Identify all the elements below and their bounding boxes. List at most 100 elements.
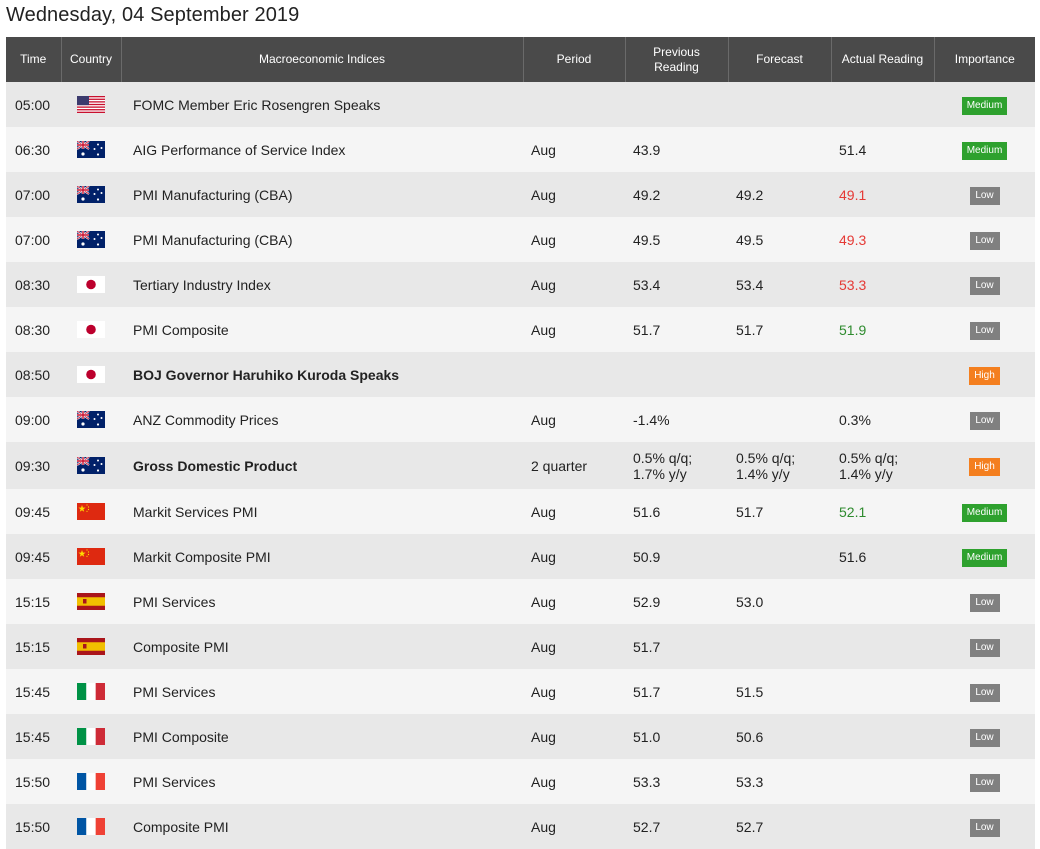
jp-flag-icon	[77, 276, 105, 294]
table-row[interactable]: 06:30 AIG Performance of Service Index Aug…	[6, 127, 1035, 172]
au-flag-icon	[77, 141, 105, 159]
cn-flag-icon	[77, 503, 105, 521]
forecast-cell	[728, 127, 831, 172]
previous-reading-cell: 0.5% q/q; 1.7% y/y	[625, 442, 728, 489]
previous-reading-cell: 53.3	[625, 759, 728, 804]
forecast-cell-value: 50.6	[736, 728, 764, 745]
previous-reading-cell	[625, 352, 728, 397]
index-name-cell[interactable]: Markit Services PMI	[121, 489, 523, 534]
forecast-cell	[728, 82, 831, 127]
index-name-cell[interactable]: Tertiary Industry Index	[121, 262, 523, 307]
table-row[interactable]: 15:50 PMI Services Aug 53.3 53.3 Low	[6, 759, 1035, 804]
table-row[interactable]: 09:30 Gross Domestic Product 2 quarter 0.5%…	[6, 442, 1035, 489]
importance-cell: Low	[934, 714, 1035, 759]
table-row[interactable]: 09:45 Markit Services PMI Aug 51.6 51.7 52.1 M…	[6, 489, 1035, 534]
index-name-cell[interactable]: PMI Services	[121, 759, 523, 804]
country-cell	[61, 804, 121, 849]
header-time[interactable]: Time	[6, 37, 62, 82]
header-country[interactable]: Country	[61, 37, 122, 82]
time-cell: 07:00	[15, 231, 51, 248]
actual-reading-cell	[831, 624, 934, 669]
index-name-cell[interactable]: Composite PMI	[121, 804, 523, 849]
period-cell: Aug	[531, 818, 556, 835]
table-row[interactable]: 15:50 Composite PMI Aug 52.7 52.7 Low	[6, 804, 1035, 849]
index-name-cell[interactable]: BOJ Governor Haruhiko Kuroda Speaks	[121, 352, 523, 397]
importance-cell: Low	[934, 579, 1035, 624]
time-cell: 05:00	[15, 96, 51, 113]
forecast-cell-value: 51.7	[736, 321, 764, 338]
index-name-cell[interactable]: Composite PMI	[121, 624, 523, 669]
previous-reading-cell-value: 52.9	[633, 593, 661, 610]
table-row[interactable]: 08:30 Tertiary Industry Index Aug 53.4 53.4 5…	[6, 262, 1035, 307]
it-flag-icon	[77, 728, 105, 746]
previous-reading-cell: 49.2	[625, 172, 728, 217]
previous-reading-cell-value: 53.4	[633, 276, 661, 293]
period-cell	[523, 82, 625, 127]
table-row[interactable]: 15:15 Composite PMI Aug 51.7 Low	[6, 624, 1035, 669]
index-name-cell[interactable]: ANZ Commodity Prices	[121, 397, 523, 442]
time-cell: 09:45	[15, 503, 51, 520]
it-flag-icon	[77, 683, 105, 701]
previous-reading-cell-value: -1.4%	[633, 411, 670, 428]
previous-reading-cell: 51.7	[625, 624, 728, 669]
country-cell	[61, 217, 121, 262]
index-name-cell[interactable]: Gross Domestic Product	[121, 442, 523, 489]
period-cell: Aug	[531, 276, 556, 293]
actual-reading-cell-value: 49.3	[839, 231, 867, 248]
table-row[interactable]: 15:45 PMI Services Aug 51.7 51.5 Low	[6, 669, 1035, 714]
us-flag-icon	[77, 96, 105, 114]
index-name-cell[interactable]: PMI Composite	[121, 307, 523, 352]
page-title: Wednesday, 04 September 2019	[6, 4, 300, 26]
table-row[interactable]: 09:45 Markit Composite PMI Aug 50.9 51.6 Medi…	[6, 534, 1035, 579]
importance-badge: Medium	[961, 141, 1008, 160]
importance-cell: Low	[934, 217, 1035, 262]
header-previous-reading[interactable]: Previous Reading	[625, 37, 729, 82]
previous-reading-cell-value: 51.6	[633, 503, 661, 520]
forecast-cell: 0.5% q/q; 1.4% y/y	[728, 442, 831, 489]
table-row[interactable]: 15:15 PMI Services Aug 52.9 53.0 Low	[6, 579, 1035, 624]
importance-badge: Low	[969, 728, 1000, 747]
time-cell: 08:30	[15, 276, 51, 293]
header-forecast[interactable]: Forecast	[728, 37, 832, 82]
index-name-cell[interactable]: PMI Manufacturing (CBA)	[121, 172, 523, 217]
forecast-cell-value: 51.7	[736, 503, 764, 520]
table-row[interactable]: 15:45 PMI Composite Aug 51.0 50.6 Low	[6, 714, 1035, 759]
previous-reading-cell-value: 50.9	[633, 548, 661, 565]
table-row[interactable]: 09:00 ANZ Commodity Prices Aug -1.4% 0.3% Low	[6, 397, 1035, 442]
forecast-cell-value: 52.7	[736, 818, 764, 835]
forecast-cell-value: 53.4	[736, 276, 764, 293]
time-cell: 15:50	[15, 773, 51, 790]
table-row[interactable]: 05:00 FOMC Member Eric Rosengren Speaks Me…	[6, 82, 1035, 127]
index-name-cell[interactable]: PMI Services	[121, 579, 523, 624]
table-row[interactable]: 07:00 PMI Manufacturing (CBA) Aug 49.5 49.5 4…	[6, 217, 1035, 262]
index-name-cell[interactable]: Markit Composite PMI	[121, 534, 523, 579]
importance-badge: Low	[969, 321, 1000, 340]
period-cell: Aug	[531, 548, 556, 565]
index-name-cell[interactable]: FOMC Member Eric Rosengren Speaks	[121, 82, 523, 127]
previous-reading-cell: 52.9	[625, 579, 728, 624]
forecast-cell	[728, 397, 831, 442]
table-row[interactable]: 08:50 BOJ Governor Haruhiko Kuroda Speaks…	[6, 352, 1035, 397]
period-cell: Aug	[531, 638, 556, 655]
header-period[interactable]: Period	[523, 37, 626, 82]
importance-badge: High	[969, 457, 1000, 476]
index-name-cell[interactable]: PMI Manufacturing (CBA)	[121, 217, 523, 262]
previous-reading-cell-value: 49.5	[633, 231, 661, 248]
index-name-cell[interactable]: PMI Services	[121, 669, 523, 714]
actual-reading-cell: 51.4	[831, 127, 934, 172]
header-importance[interactable]: Importance	[934, 37, 1035, 82]
previous-reading-cell-value: 43.9	[633, 141, 661, 158]
index-name-cell[interactable]: AIG Performance of Service Index	[121, 127, 523, 172]
table-row[interactable]: 07:00 PMI Manufacturing (CBA) Aug 49.2 49.2 4…	[6, 172, 1035, 217]
importance-cell: Low	[934, 262, 1035, 307]
header-index[interactable]: Macroeconomic Indices	[121, 37, 524, 82]
previous-reading-cell: 43.9	[625, 127, 728, 172]
header-actual-reading[interactable]: Actual Reading	[831, 37, 935, 82]
forecast-cell: 53.4	[728, 262, 831, 307]
jp-flag-icon	[77, 321, 105, 339]
table-row[interactable]: 08:30 PMI Composite Aug 51.7 51.7 51.9 Low	[6, 307, 1035, 352]
country-cell	[61, 759, 121, 804]
forecast-cell: 49.5	[728, 217, 831, 262]
index-name-cell[interactable]: PMI Composite	[121, 714, 523, 759]
country-cell	[61, 262, 121, 307]
